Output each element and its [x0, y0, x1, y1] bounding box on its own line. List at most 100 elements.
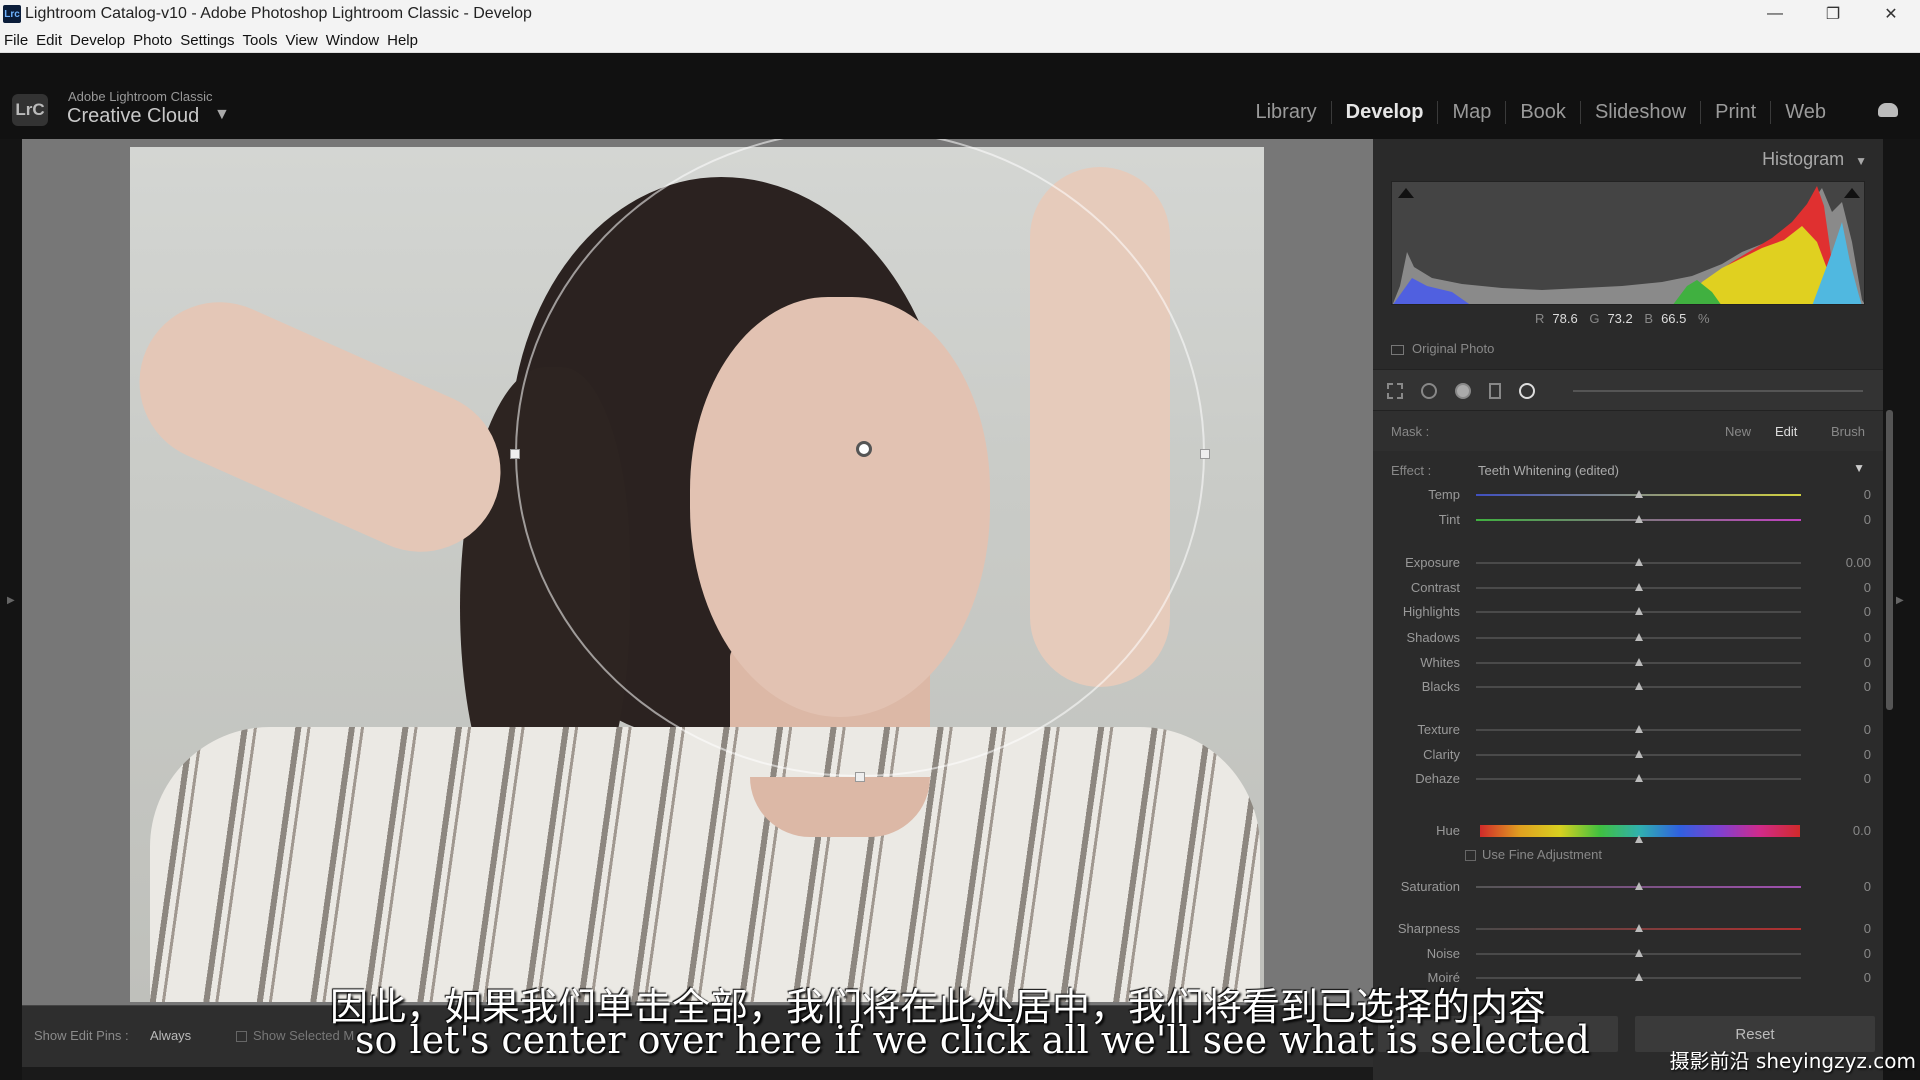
slider-saturation[interactable]: Saturation 0 [1373, 877, 1883, 897]
slider-value[interactable]: 0 [1864, 879, 1871, 894]
identity-plate: LrC Adobe Lightroom Classic Creative Clo… [0, 53, 1920, 139]
spot-removal-icon[interactable] [1421, 383, 1437, 399]
slider-hue[interactable]: Hue 0.0 [1373, 821, 1883, 843]
slider-value[interactable]: 0 [1864, 970, 1871, 985]
slider-knob[interactable] [1635, 949, 1643, 957]
slider-knob[interactable] [1635, 658, 1643, 666]
mask-brush-button[interactable]: Brush [1831, 424, 1865, 439]
cloud-sync-icon[interactable] [1878, 103, 1898, 117]
mask-handle-left[interactable] [510, 449, 520, 459]
collapse-right-panel-icon[interactable]: ▶ [1896, 595, 1904, 606]
slider-value[interactable]: 0 [1864, 747, 1871, 762]
slider-knob[interactable] [1635, 515, 1643, 523]
slider-value[interactable]: 0 [1864, 630, 1871, 645]
slider-knob[interactable] [1635, 835, 1643, 843]
radial-filter-icon[interactable] [1519, 383, 1535, 399]
slider-exposure[interactable]: Exposure 0.00 [1373, 553, 1883, 573]
mask-pin-icon[interactable] [856, 441, 872, 457]
slider-knob[interactable] [1635, 583, 1643, 591]
slider-knob[interactable] [1635, 633, 1643, 641]
menu-photo[interactable]: Photo [133, 32, 172, 49]
effect-collapse-icon[interactable]: ▼ [1853, 461, 1865, 475]
histogram-collapse-icon[interactable]: ▼ [1855, 154, 1867, 168]
brand-creative-cloud[interactable]: Creative Cloud [67, 105, 199, 128]
module-print[interactable]: Print [1701, 100, 1772, 124]
module-develop[interactable]: Develop [1332, 100, 1439, 124]
graduated-filter-icon[interactable] [1489, 383, 1501, 399]
slider-knob[interactable] [1635, 882, 1643, 890]
use-fine-adjustment-checkbox[interactable]: Use Fine Adjustment [1465, 847, 1602, 862]
mask-handle-bottom[interactable] [855, 772, 865, 782]
left-panel-collapsed[interactable]: ▶ [0, 139, 22, 1080]
slider-whites[interactable]: Whites 0 [1373, 653, 1883, 673]
slider-value[interactable]: 0 [1864, 580, 1871, 595]
slider-value[interactable]: 0 [1864, 921, 1871, 936]
slider-noise[interactable]: Noise 0 [1373, 944, 1883, 964]
menu-help[interactable]: Help [387, 32, 418, 49]
slider-value[interactable]: 0 [1864, 679, 1871, 694]
module-library[interactable]: Library [1241, 100, 1332, 124]
minimize-icon[interactable]: — [1746, 0, 1804, 28]
slider-shadows[interactable]: Shadows 0 [1373, 628, 1883, 648]
menu-file[interactable]: File [4, 32, 28, 49]
slider-knob[interactable] [1635, 774, 1643, 782]
mask-new-button[interactable]: New [1725, 424, 1751, 439]
slider-value[interactable]: 0.0 [1853, 823, 1871, 838]
slider-value[interactable]: 0 [1864, 487, 1871, 502]
slider-texture[interactable]: Texture 0 [1373, 720, 1883, 740]
mask-edit-button[interactable]: Edit [1775, 424, 1797, 439]
slider-clarity[interactable]: Clarity 0 [1373, 745, 1883, 765]
radial-mask-outline[interactable] [515, 139, 1205, 777]
slider-knob[interactable] [1635, 682, 1643, 690]
menu-develop[interactable]: Develop [70, 32, 125, 49]
module-map[interactable]: Map [1438, 100, 1507, 124]
slider-highlights[interactable]: Highlights 0 [1373, 602, 1883, 622]
slider-dehaze[interactable]: Dehaze 0 [1373, 769, 1883, 789]
menu-window[interactable]: Window [326, 32, 379, 49]
module-book[interactable]: Book [1506, 100, 1581, 124]
slider-sharpness[interactable]: Sharpness 0 [1373, 919, 1883, 939]
slider-knob[interactable] [1635, 490, 1643, 498]
slider-tint[interactable]: Tint 0 [1373, 510, 1883, 530]
slider-knob[interactable] [1635, 750, 1643, 758]
close-icon[interactable]: ✕ [1862, 0, 1920, 28]
slider-value[interactable]: 0 [1864, 655, 1871, 670]
slider-value[interactable]: 0 [1864, 512, 1871, 527]
slider-value[interactable]: 0 [1864, 771, 1871, 786]
slider-blacks[interactable]: Blacks 0 [1373, 677, 1883, 697]
module-web[interactable]: Web [1771, 101, 1840, 124]
right-panel-scrollbar[interactable] [1886, 410, 1893, 710]
menu-edit[interactable]: Edit [36, 32, 62, 49]
histogram-header[interactable]: Histogram ▼ [1762, 149, 1867, 170]
slider-value[interactable]: 0 [1864, 604, 1871, 619]
module-slideshow[interactable]: Slideshow [1581, 100, 1702, 124]
slider-value[interactable]: 0 [1864, 722, 1871, 737]
photo-canvas[interactable] [22, 139, 1373, 1005]
original-photo-toggle[interactable]: Original Photo [1391, 341, 1494, 356]
slider-label: Exposure [1405, 555, 1460, 570]
menu-view[interactable]: View [286, 32, 318, 49]
crop-tool-icon[interactable] [1387, 383, 1403, 399]
mask-handle-right[interactable] [1200, 449, 1210, 459]
slider-value[interactable]: 0 [1864, 946, 1871, 961]
slider-temp[interactable]: Temp 0 [1373, 485, 1883, 505]
tool-strip-slider[interactable] [1573, 390, 1863, 392]
expand-left-panel-icon[interactable]: ▶ [7, 595, 15, 606]
slider-knob[interactable] [1635, 607, 1643, 615]
menu-settings[interactable]: Settings [180, 32, 234, 49]
slider-label: Texture [1417, 722, 1460, 737]
effect-preset-select[interactable]: Teeth Whitening (edited) [1478, 463, 1619, 478]
slider-knob[interactable] [1635, 558, 1643, 566]
shadow-clipping-icon[interactable] [1398, 188, 1414, 198]
slider-value[interactable]: 0.00 [1846, 555, 1871, 570]
slider-contrast[interactable]: Contrast 0 [1373, 578, 1883, 598]
slider-knob[interactable] [1635, 924, 1643, 932]
show-edit-pins-select[interactable]: Always [150, 1028, 191, 1043]
menu-tools[interactable]: Tools [242, 32, 277, 49]
brand-dropdown-icon[interactable]: ▼ [214, 106, 230, 124]
highlight-clipping-icon[interactable] [1844, 188, 1860, 198]
red-eye-icon[interactable] [1455, 383, 1471, 399]
slider-knob[interactable] [1635, 973, 1643, 981]
slider-knob[interactable] [1635, 725, 1643, 733]
restore-icon[interactable]: ❐ [1804, 0, 1862, 28]
